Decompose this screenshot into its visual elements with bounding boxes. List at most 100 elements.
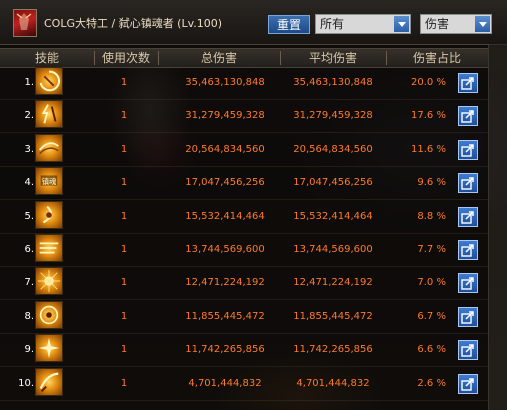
row-damage-share-value: 20.0 [411, 77, 434, 88]
row-rank: 9. [24, 344, 34, 356]
zhenhun-text-skill-icon: 镇魂 [35, 167, 63, 196]
export-icon[interactable] [458, 273, 478, 294]
wave-slash-skill-icon [35, 133, 63, 162]
row-damage-share: 20.0 % [390, 77, 446, 88]
export-icon[interactable] [458, 240, 478, 260]
row-average-damage: 4,701,444,832 [296, 377, 370, 389]
row-total-damage: 12,471,224,192 [185, 277, 265, 289]
export-icon[interactable] [458, 206, 478, 227]
blade-rush-skill-icon [35, 234, 63, 262]
row-damage-share-value: 6.6 [417, 344, 434, 356]
row-damage-share-unit: % [436, 110, 446, 122]
table-row: 1. 1 35,463,130,848 35,463,130,848 20.0 % [0, 67, 488, 100]
table-row: 8. 1 11,855,445,472 11,855,445,472 6.7 % [0, 300, 488, 334]
rune-circle-skill-icon [35, 300, 63, 329]
row-use-count: 1 [120, 77, 128, 88]
export-icon[interactable] [458, 73, 478, 93]
row-use-count: 1 [120, 210, 128, 222]
row-divider [0, 399, 488, 401]
row-damage-share-value: 8.8 [417, 210, 434, 222]
sword-swing-skill-icon [35, 367, 63, 396]
character-name: COLG大特工 / 弑心镇魂者 (Lv.100) [44, 17, 223, 30]
reset-button[interactable]: 重置 [268, 15, 310, 34]
panel-toolbar: COLG大特工 / 弑心镇魂者 (Lv.100) 重置 所有 伤害 [0, 0, 507, 45]
row-total-damage: 35,463,130,848 [185, 77, 265, 88]
row-average-damage: 12,471,224,192 [293, 277, 373, 289]
row-use-count: 1 [120, 244, 128, 255]
row-use-count: 1 [120, 310, 128, 322]
export-icon[interactable] [458, 173, 478, 194]
row-damage-share-unit: % [436, 177, 446, 189]
row-damage-share-unit: % [436, 277, 446, 289]
row-damage-share-value: 9.6 [417, 177, 434, 189]
row-rank: 4. [24, 177, 34, 189]
column-header-skill: 技能 [34, 51, 59, 65]
row-damage-share: 9.6 % [390, 177, 446, 188]
svg-text:镇魂: 镇魂 [42, 176, 57, 186]
row-use-count: 1 [120, 143, 128, 155]
export-icon[interactable] [458, 340, 478, 361]
skill-filter-select[interactable]: 所有 [315, 14, 411, 34]
column-header-damage-share: 伤害占比 [412, 51, 461, 65]
row-damage-share-value: 6.7 [417, 310, 434, 322]
row-rank: 8. [24, 310, 34, 322]
export-icon[interactable] [458, 106, 478, 127]
row-damage-share-unit: % [436, 344, 446, 356]
row-average-damage: 15,532,414,464 [293, 210, 373, 222]
row-total-damage: 4,701,444,832 [188, 377, 262, 389]
row-damage-share-unit: % [436, 244, 446, 255]
table-row: 3. 1 20,564,834,560 20,564,834,560 11.6 % [0, 133, 488, 167]
table-row: 4. 镇魂 1 17,047,456,256 17,047,456,256 9.6 % [0, 167, 488, 200]
sort-by-select[interactable]: 伤害 [420, 14, 492, 34]
chevron-down-icon[interactable] [475, 16, 490, 32]
row-damage-share: 6.6 % [390, 344, 446, 355]
row-damage-share: 11.6 % [390, 144, 446, 155]
table-row: 7. 1 12,471,224,192 12,471,224,192 7.0 % [0, 267, 488, 300]
row-damage-share-unit: % [436, 77, 446, 88]
row-average-damage: 11,855,445,472 [293, 310, 373, 322]
table-row: 9. 1 11,742,265,856 11,742,265,856 6.6 % [0, 334, 488, 367]
table-row: 5. 1 15,532,414,464 15,532,414,464 8.8 % [0, 200, 488, 234]
export-icon[interactable] [458, 373, 478, 394]
character-avatar [13, 9, 37, 37]
row-damage-share: 7.0 % [390, 277, 446, 288]
row-average-damage: 20,564,834,560 [293, 143, 373, 155]
column-header-total-damage: 总伤害 [200, 51, 237, 65]
star-burst-skill-icon [35, 334, 63, 363]
chevron-down-icon[interactable] [394, 16, 409, 32]
column-header-uses: 使用次数 [101, 51, 150, 65]
row-use-count: 1 [120, 277, 128, 289]
crescent-slash-skill-icon [35, 200, 63, 229]
row-damage-share: 6.7 % [390, 311, 446, 322]
row-total-damage: 17,047,456,256 [185, 177, 265, 189]
row-average-damage: 13,744,569,600 [293, 244, 373, 255]
row-damage-share-value: 7.7 [417, 244, 434, 255]
scrollbar[interactable] [489, 44, 507, 410]
export-icon[interactable] [458, 306, 478, 327]
export-icon[interactable] [458, 139, 478, 160]
row-use-count: 1 [120, 344, 128, 356]
table-row: 10. 1 4,701,444,832 4,701,444,832 2.6 % [0, 367, 488, 401]
row-rank: 7. [24, 277, 34, 289]
table-header: 技能 使用次数 总伤害 平均伤害 伤害占比 [0, 48, 488, 68]
row-total-damage: 15,532,414,464 [185, 210, 265, 222]
row-total-damage: 11,742,265,856 [185, 344, 265, 356]
row-damage-share-value: 7.0 [417, 277, 434, 289]
sort-by-value: 伤害 [425, 17, 450, 31]
row-average-damage: 17,047,456,256 [293, 177, 373, 189]
swirl-fire-skill-icon [35, 67, 63, 95]
row-damage-share: 7.7 % [390, 244, 446, 255]
row-total-damage: 20,564,834,560 [185, 143, 265, 155]
row-damage-share: 8.8 % [390, 211, 446, 222]
table-row: 6. 1 13,744,569,600 13,744,569,600 7.7 % [0, 234, 488, 267]
row-average-damage: 11,742,265,856 [293, 344, 373, 356]
row-total-damage: 11,855,445,472 [185, 310, 265, 322]
row-damage-share-value: 2.6 [417, 377, 434, 389]
row-rank: 3. [24, 143, 34, 155]
row-rank: 2. [24, 110, 34, 122]
row-use-count: 1 [120, 177, 128, 189]
row-damage-share-unit: % [436, 143, 446, 155]
row-damage-share: 2.6 % [390, 378, 446, 389]
row-use-count: 1 [120, 377, 128, 389]
skill-filter-value: 所有 [320, 17, 345, 31]
